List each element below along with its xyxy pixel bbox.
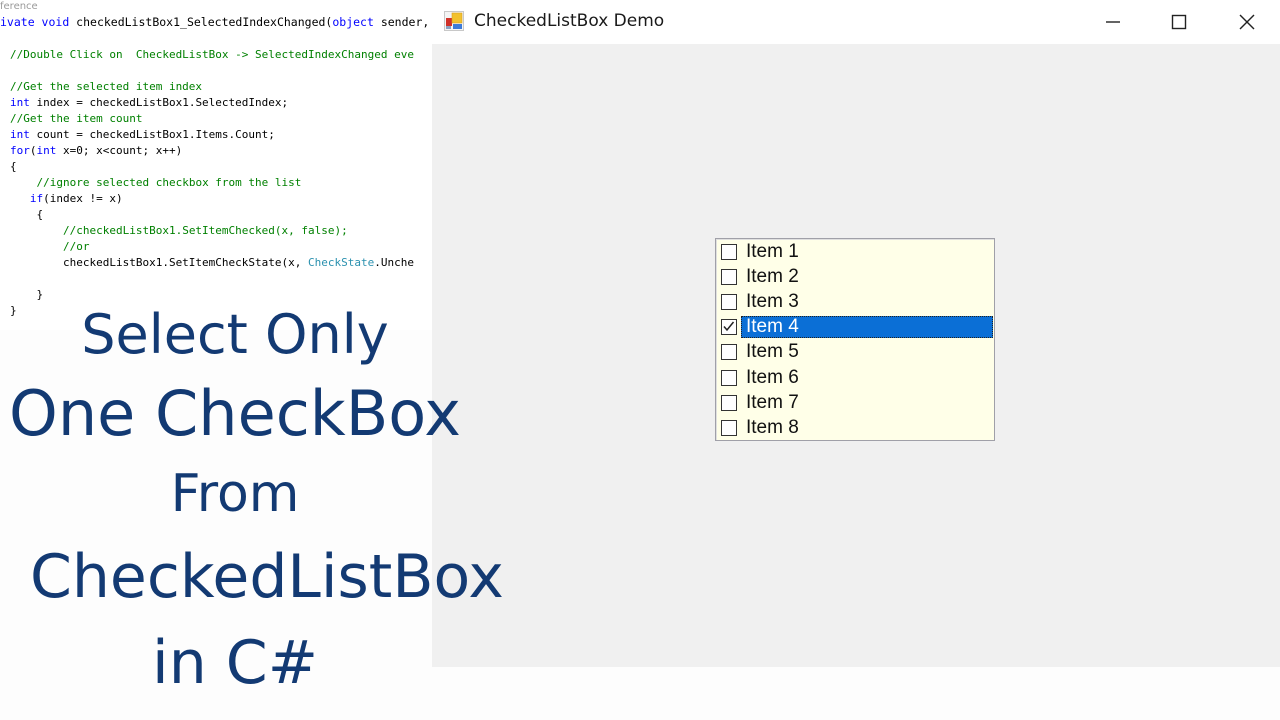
code-line: //Double Click on CheckedListBox -> Sele… <box>10 47 414 63</box>
code-token: x=0; x<count; x++) <box>56 144 183 157</box>
method-signature: ivate void checkedListBox1_SelectedIndex… <box>0 15 429 29</box>
checked-list-item[interactable]: Item 5 <box>718 340 994 365</box>
checked-list-item-label: Item 2 <box>746 266 799 288</box>
checked-list-item[interactable]: Item 2 <box>718 265 994 290</box>
code-token: //or <box>62 240 90 253</box>
maximize-button[interactable] <box>1146 0 1212 44</box>
code-token: count = checkedListBox1.Items.Count; <box>29 128 275 141</box>
checked-list-item-label: Item 1 <box>746 241 799 262</box>
code-token: (index != x) <box>43 192 123 205</box>
code-editor-panel: ference ivate void checkedListBox1_Selec… <box>0 0 432 330</box>
code-line: { <box>10 159 414 175</box>
checked-list-item-label: Item 3 <box>746 291 799 313</box>
checkbox-unchecked[interactable] <box>721 369 737 386</box>
code-line: { <box>10 207 414 223</box>
code-token: index = checkedListBox1.SelectedIndex; <box>29 96 289 109</box>
checked-list-item-label: Item 5 <box>746 341 799 363</box>
checked-list-item[interactable]: Item 7 <box>718 391 994 416</box>
code-line: //or <box>10 239 414 255</box>
code-token: { <box>10 208 44 221</box>
title-line-4: CheckedListBox <box>30 542 504 612</box>
code-line: if(index != x) <box>10 191 414 207</box>
code-line: int index = checkedListBox1.SelectedInde… <box>10 95 414 111</box>
code-line: //checkedListBox1.SetItemChecked(x, fals… <box>10 223 414 239</box>
title-line-3: From <box>170 464 300 524</box>
code-line: checkedListBox1.SetItemCheckState(x, Che… <box>10 255 414 271</box>
code-token: int <box>10 128 30 141</box>
code-token: //Get the item count <box>10 112 143 125</box>
code-body: //Double Click on CheckedListBox -> Sele… <box>10 47 414 319</box>
code-token: //Double Click on CheckedListBox -> Sele… <box>10 48 414 61</box>
app-icon <box>444 11 464 31</box>
title-line-2: One CheckBox <box>9 377 461 450</box>
code-line: //ignore selected checkbox from the list <box>10 175 414 191</box>
code-token: ivate <box>0 15 42 29</box>
code-token: //Get the selected item index <box>10 80 203 93</box>
checkmark-icon <box>723 321 735 332</box>
code-token: ( <box>29 144 37 157</box>
checkbox-unchecked[interactable] <box>721 294 737 311</box>
title-line-1: Select Only <box>81 303 389 366</box>
video-title-overlay: Select Only One CheckBox From CheckedLis… <box>0 296 504 706</box>
maximize-icon <box>1171 14 1187 30</box>
close-icon <box>1239 14 1255 30</box>
checkbox-unchecked[interactable] <box>721 244 737 260</box>
checked-list-item-label: Item 7 <box>746 391 799 413</box>
checked-list-item[interactable]: Item 6 <box>718 366 994 391</box>
code-line: for(int x=0; x<count; x++) <box>10 143 414 159</box>
code-line: int count = checkedListBox1.Items.Count; <box>10 127 414 143</box>
code-token: checkedListBox1_SelectedIndexChanged( <box>69 15 333 29</box>
checked-list-item[interactable]: Item 8 <box>718 416 994 441</box>
code-token: int <box>36 144 57 157</box>
form-client-area: Item 1 Item 2 Item 3 Item 4 Item 5 Item 6 Item… <box>432 44 1280 667</box>
close-button[interactable] <box>1214 0 1280 44</box>
checked-list-item[interactable]: Item 4 <box>718 315 994 340</box>
checked-list-item[interactable]: Item 1 <box>718 240 994 265</box>
code-reference-hint: ference <box>0 1 38 12</box>
code-token: //ignore selected checkbox from the list <box>36 176 302 189</box>
minimize-button[interactable] <box>1080 0 1146 44</box>
checked-list-box[interactable]: Item 1 Item 2 Item 3 Item 4 Item 5 Item 6 Item… <box>715 238 995 441</box>
code-token: .Unche <box>374 256 414 269</box>
code-line: //Get the selected item index <box>10 79 414 95</box>
checked-list-item-label: Item 6 <box>746 366 799 388</box>
checkbox-unchecked[interactable] <box>721 344 737 361</box>
code-token: object <box>332 15 374 29</box>
window-title: CheckedListBox Demo <box>474 11 665 31</box>
code-token: sender, <box>373 15 430 29</box>
checkbox-unchecked[interactable] <box>721 269 737 286</box>
code-token: checkedListBox1.SetItemCheckState(x, <box>10 256 309 269</box>
checkbox-unchecked[interactable] <box>721 419 737 436</box>
checkbox-checked[interactable] <box>721 319 737 336</box>
checkbox-unchecked[interactable] <box>721 394 737 411</box>
checked-list-item[interactable]: Item 3 <box>718 290 994 315</box>
code-token: void <box>41 15 70 29</box>
checked-list-item-label: Item 8 <box>746 416 799 438</box>
code-token: int <box>10 96 30 109</box>
code-token: if <box>29 192 44 205</box>
minimize-icon <box>1106 21 1120 23</box>
code-token: CheckState <box>308 256 375 269</box>
code-token: //checkedListBox1.SetItemChecked(x, fals… <box>62 224 348 237</box>
code-line: //Get the item count <box>10 111 414 127</box>
code-token: { <box>10 160 17 173</box>
checked-list-item-label: Item 4 <box>741 316 993 339</box>
code-token: for <box>10 144 30 157</box>
window-titlebar: CheckedListBox Demo <box>432 0 1280 44</box>
title-line-5: in C# <box>152 628 318 698</box>
